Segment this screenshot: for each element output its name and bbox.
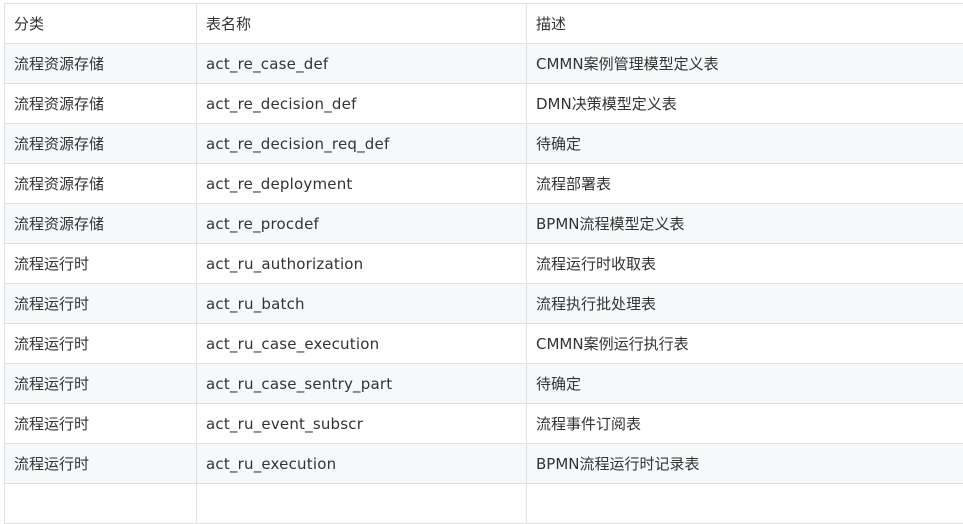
table-row: 流程资源存储 act_re_decision_def DMN决策模型定义表 (5, 84, 963, 124)
table-name-cell: act_re_decision_req_def (197, 124, 527, 164)
category-cell: 流程资源存储 (5, 84, 197, 124)
table-name-cell: act_ru_case_execution (197, 324, 527, 364)
category-cell: 流程运行时 (5, 244, 197, 284)
description-cell: 流程运行时收取表 (527, 244, 963, 284)
table-name-cell: act_ru_batch (197, 284, 527, 324)
table-name-cell (197, 484, 527, 524)
description-cell: CMMN案例管理模型定义表 (527, 44, 963, 84)
description-cell: 待确定 (527, 364, 963, 404)
table-row: 流程运行时 act_ru_event_subscr 流程事件订阅表 (5, 404, 963, 444)
table-row: 流程运行时 act_ru_batch 流程执行批处理表 (5, 284, 963, 324)
table-name-cell: act_re_procdef (197, 204, 527, 244)
table-row: 流程资源存储 act_re_case_def CMMN案例管理模型定义表 (5, 44, 963, 84)
description-cell: DMN决策模型定义表 (527, 84, 963, 124)
category-cell: 流程资源存储 (5, 164, 197, 204)
table-header-row: 分类 表名称 描述 (5, 4, 963, 44)
header-description: 描述 (527, 4, 963, 44)
table-row: 流程资源存储 act_re_decision_req_def 待确定 (5, 124, 963, 164)
description-cell: 待确定 (527, 124, 963, 164)
table-name-cell: act_ru_case_sentry_part (197, 364, 527, 404)
category-cell: 流程资源存储 (5, 124, 197, 164)
table-name-cell: act_re_decision_def (197, 84, 527, 124)
category-cell: 流程运行时 (5, 324, 197, 364)
category-cell: 流程资源存储 (5, 204, 197, 244)
category-cell: 流程资源存储 (5, 44, 197, 84)
table-row: 流程运行时 act_ru_authorization 流程运行时收取表 (5, 244, 963, 284)
table-row-partial (5, 484, 963, 524)
table-row: 流程资源存储 act_re_deployment 流程部署表 (5, 164, 963, 204)
table-row: 流程资源存储 act_re_procdef BPMN流程模型定义表 (5, 204, 963, 244)
tables-reference-table: 分类 表名称 描述 流程资源存储 act_re_case_def CMMN案例管… (4, 3, 963, 524)
table-name-cell: act_ru_event_subscr (197, 404, 527, 444)
description-cell (527, 484, 963, 524)
table-row: 流程运行时 act_ru_case_sentry_part 待确定 (5, 364, 963, 404)
table-name-cell: act_ru_authorization (197, 244, 527, 284)
table-name-cell: act_re_case_def (197, 44, 527, 84)
category-cell: 流程运行时 (5, 284, 197, 324)
table-row: 流程运行时 act_ru_case_execution CMMN案例运行执行表 (5, 324, 963, 364)
category-cell: 流程运行时 (5, 404, 197, 444)
category-cell: 流程运行时 (5, 444, 197, 484)
table-container: 分类 表名称 描述 流程资源存储 act_re_case_def CMMN案例管… (4, 3, 963, 524)
description-cell: BPMN流程模型定义表 (527, 204, 963, 244)
category-cell (5, 484, 197, 524)
description-cell: 流程部署表 (527, 164, 963, 204)
description-cell: CMMN案例运行执行表 (527, 324, 963, 364)
description-cell: 流程事件订阅表 (527, 404, 963, 444)
category-cell: 流程运行时 (5, 364, 197, 404)
description-cell: 流程执行批处理表 (527, 284, 963, 324)
table-name-cell: act_ru_execution (197, 444, 527, 484)
header-table-name: 表名称 (197, 4, 527, 44)
header-category: 分类 (5, 4, 197, 44)
table-row: 流程运行时 act_ru_execution BPMN流程运行时记录表 (5, 444, 963, 484)
table-name-cell: act_re_deployment (197, 164, 527, 204)
description-cell: BPMN流程运行时记录表 (527, 444, 963, 484)
